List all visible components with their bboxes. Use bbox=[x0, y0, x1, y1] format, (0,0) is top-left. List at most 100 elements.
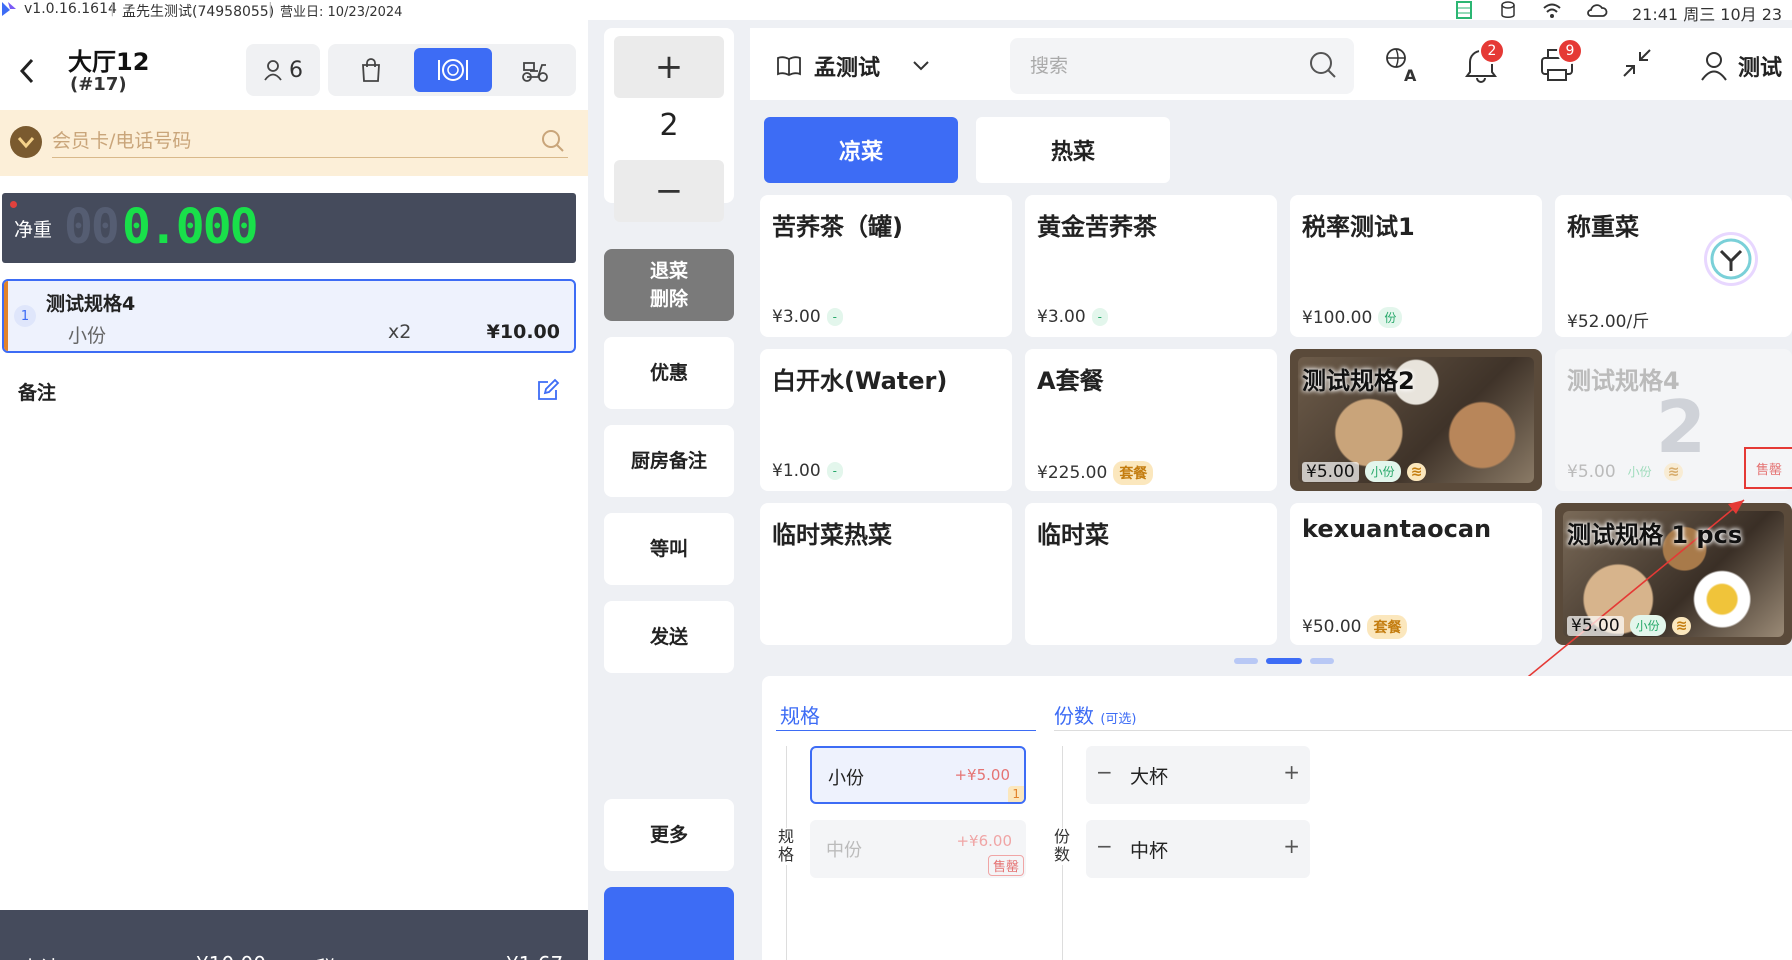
dish-price: ¥100.00 bbox=[1302, 307, 1373, 328]
dish-name: 称重菜 bbox=[1567, 213, 1639, 241]
search-icon[interactable] bbox=[540, 128, 566, 158]
dish-price: ¥5.00 bbox=[1567, 461, 1616, 482]
spec-option-price: +¥5.00 bbox=[954, 766, 1010, 784]
book-icon bbox=[777, 56, 801, 77]
dish-price-row: ¥5.00 小份 ≋ bbox=[1302, 461, 1427, 482]
layers-icon: ≋ bbox=[1671, 616, 1692, 635]
shop-selector[interactable]: 孟测试 bbox=[776, 50, 932, 82]
dish-tag: 小份 bbox=[1627, 465, 1652, 479]
portion-stepper-medium: − 中杯 + bbox=[1086, 820, 1310, 878]
sold-out-tag: 售罄 bbox=[987, 855, 1024, 876]
delivery-mode-button[interactable] bbox=[496, 48, 574, 92]
scooter-icon bbox=[522, 62, 548, 82]
layers-icon: ≋ bbox=[1663, 462, 1684, 481]
combo-tag: 套餐 bbox=[1367, 615, 1408, 639]
edit-remark-icon[interactable] bbox=[536, 378, 560, 406]
send-button[interactable]: 发送 bbox=[604, 601, 734, 673]
dish-price: ¥5.00 bbox=[1567, 615, 1624, 636]
dish-tag: 小份 bbox=[1364, 461, 1401, 482]
member-search-input[interactable] bbox=[52, 124, 568, 158]
dish-price-row: ¥1.00- bbox=[772, 461, 844, 481]
dine-in-mode-button[interactable] bbox=[414, 48, 492, 92]
category-tab-hot[interactable]: 热菜 bbox=[976, 117, 1170, 183]
user-menu[interactable]: 测试 bbox=[1700, 50, 1782, 82]
dish-card[interactable]: 白开水(Water) ¥1.00- bbox=[760, 349, 1012, 491]
takeaway-mode-button[interactable] bbox=[332, 48, 410, 92]
dish-price-row: ¥52.00/斤 bbox=[1567, 307, 1649, 332]
user-icon bbox=[1701, 52, 1727, 81]
spec-option-price: +¥6.00 bbox=[956, 832, 1012, 850]
spec-option-medium[interactable]: 中份 +¥6.00 售罄 bbox=[810, 820, 1026, 878]
dish-card[interactable]: 税率测试1 ¥100.00 份 bbox=[1290, 195, 1542, 337]
portion-name: 大杯 bbox=[1130, 766, 1169, 788]
void-delete-button[interactable]: 退菜 删除 bbox=[604, 249, 734, 321]
page-dot-active[interactable] bbox=[1266, 658, 1302, 664]
kitchen-note-button[interactable]: 厨房备注 bbox=[604, 425, 734, 497]
dish-card[interactable]: 称重菜 ¥52.00/斤 bbox=[1555, 195, 1792, 337]
checkout-button[interactable] bbox=[604, 887, 734, 960]
plate-cutlery-icon bbox=[438, 59, 468, 81]
tab-portion[interactable]: 份数 (可选) bbox=[1054, 700, 1137, 729]
decrease-qty-button[interactable]: − bbox=[614, 160, 724, 222]
portion-minus-button[interactable]: − bbox=[1096, 760, 1113, 784]
back-button[interactable] bbox=[16, 56, 38, 92]
dish-tag: - bbox=[826, 462, 844, 480]
dish-price: ¥1.00 bbox=[772, 461, 821, 481]
database-icon bbox=[1500, 1, 1516, 23]
printer-badge: 9 bbox=[1557, 38, 1583, 64]
collapse-icon[interactable] bbox=[1620, 46, 1654, 84]
dish-order-count: 2 bbox=[1655, 385, 1706, 469]
portion-plus-button[interactable]: + bbox=[1283, 760, 1300, 784]
portion-side-label: 份数 bbox=[1052, 827, 1072, 865]
tab-portion-hint: (可选) bbox=[1100, 712, 1137, 727]
dish-name: 测试规格2 bbox=[1302, 367, 1415, 395]
search-icon[interactable] bbox=[1308, 50, 1338, 84]
tab-spec[interactable]: 规格 bbox=[780, 700, 820, 729]
page-dot[interactable] bbox=[1310, 658, 1334, 664]
dish-search-input[interactable] bbox=[1010, 38, 1354, 94]
dish-tag: 份 bbox=[1378, 307, 1403, 328]
increase-qty-button[interactable]: + bbox=[614, 36, 724, 98]
table-name: 大厅12 bbox=[68, 48, 150, 76]
dish-price: ¥3.00 bbox=[772, 307, 821, 327]
portion-minus-button[interactable]: − bbox=[1096, 834, 1113, 858]
member-badge-icon bbox=[10, 126, 42, 158]
dish-name: kexuantaocan bbox=[1302, 515, 1492, 543]
spreadsheet-icon bbox=[1456, 1, 1472, 23]
spec-option-name: 小份 bbox=[828, 768, 864, 789]
spec-option-count: 1 bbox=[1008, 786, 1024, 802]
category-tab-cold[interactable]: 凉菜 bbox=[764, 117, 958, 183]
scale-display: 净重 00 0.000 bbox=[2, 193, 576, 263]
more-button[interactable]: 更多 bbox=[604, 799, 734, 871]
hold-button[interactable]: 等叫 bbox=[604, 513, 734, 585]
qty-value: 2 bbox=[659, 108, 679, 143]
page-dot[interactable] bbox=[1234, 658, 1258, 664]
dish-price-row: ¥3.00- bbox=[1037, 307, 1109, 327]
layers-icon: ≋ bbox=[1406, 462, 1427, 481]
delete-label: 删除 bbox=[649, 288, 688, 310]
dish-card[interactable]: 黄金苦荞茶 ¥3.00- bbox=[1025, 195, 1277, 337]
app-logo-icon bbox=[0, 0, 18, 22]
dish-card[interactable]: 测试规格2 ¥5.00 小份 ≋ bbox=[1290, 349, 1542, 491]
dish-name: 临时菜热菜 bbox=[772, 521, 892, 549]
guest-count-button[interactable]: 6 bbox=[246, 44, 320, 96]
shop-name: 孟测试 bbox=[814, 56, 881, 81]
dish-card[interactable]: A套餐 ¥225.00 套餐 bbox=[1025, 349, 1277, 491]
portion-plus-button[interactable]: + bbox=[1283, 834, 1300, 858]
dish-card[interactable]: 临时菜热菜 bbox=[760, 503, 1012, 645]
order-line-item[interactable]: 1 测试规格4 小份 x2 ¥10.00 bbox=[2, 279, 576, 353]
void-label: 退菜 bbox=[649, 259, 688, 282]
dish-name: 税率测试1 bbox=[1302, 213, 1415, 241]
dish-name: 苦荞茶（罐) bbox=[772, 213, 903, 241]
dish-card[interactable]: 临时菜 bbox=[1025, 503, 1277, 645]
dish-card[interactable]: 苦荞茶（罐) ¥3.00- bbox=[760, 195, 1012, 337]
tab-portion-label: 份数 bbox=[1054, 704, 1094, 728]
dish-price-row: ¥3.00- bbox=[772, 307, 844, 327]
spec-side-label: 规格 bbox=[776, 827, 796, 865]
spec-option-small[interactable]: 小份 +¥5.00 1 bbox=[810, 746, 1026, 804]
dish-price: ¥52.00/斤 bbox=[1567, 312, 1650, 332]
discount-button[interactable]: 优惠 bbox=[604, 337, 734, 409]
translate-icon[interactable]: A bbox=[1384, 46, 1422, 88]
dish-price-row: ¥5.00 小份 ≋ bbox=[1567, 461, 1684, 482]
line-item-price: ¥10.00 bbox=[486, 321, 560, 343]
